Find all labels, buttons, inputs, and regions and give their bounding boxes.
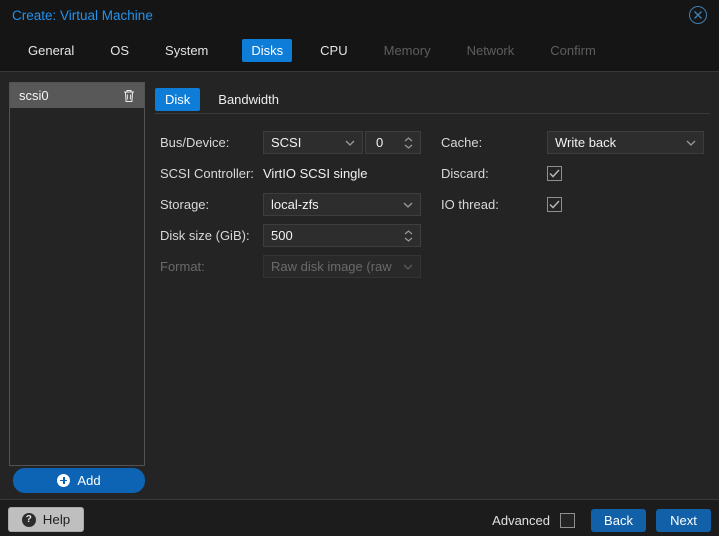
dialog-titlebar: Create: Virtual Machine: [0, 0, 719, 30]
spinner-arrows-icon[interactable]: [404, 229, 413, 242]
tab-general[interactable]: General: [26, 39, 76, 62]
tab-disk[interactable]: Disk: [155, 87, 201, 111]
cache-select[interactable]: Write back: [547, 131, 704, 154]
wizard-tab-bar: General OS System Disks CPU Memory Netwo…: [0, 30, 719, 72]
chevron-down-icon: [686, 140, 696, 146]
cache-label: Cache:: [441, 135, 483, 150]
row-format: Format: Raw disk image (raw: [160, 255, 430, 278]
format-select-value: Raw disk image (raw: [271, 259, 392, 274]
row-cache: Cache: Write back: [441, 131, 709, 154]
chevron-down-icon: [403, 264, 413, 270]
help-button-label: Help: [42, 512, 71, 527]
tab-system[interactable]: System: [163, 39, 210, 62]
format-select-disabled: Raw disk image (raw: [263, 255, 421, 278]
add-button-label: Add: [77, 473, 101, 488]
storage-label: Storage:: [160, 197, 210, 212]
disk-size-label: Disk size (GiB):: [160, 228, 250, 243]
trash-icon[interactable]: [123, 89, 135, 103]
tab-confirm: Confirm: [550, 43, 596, 58]
dialog-footer: ? Help Advanced Back Next: [0, 499, 719, 536]
cache-select-value: Write back: [555, 135, 617, 150]
tab-memory: Memory: [383, 43, 431, 58]
row-storage: Storage: local-zfs: [160, 193, 430, 216]
tab-cpu[interactable]: CPU: [318, 39, 349, 62]
bus-select[interactable]: SCSI: [263, 131, 363, 154]
plus-circle-icon: [57, 474, 71, 487]
disk-size-spinner[interactable]: 500: [263, 224, 421, 247]
scsi-controller-label: SCSI Controller:: [160, 166, 254, 181]
disk-item-label: scsi0: [19, 88, 49, 103]
storage-select-value: local-zfs: [271, 197, 319, 212]
disk-panel-tab-bar: Disk Bandwidth: [155, 87, 710, 114]
row-bus-device: Bus/Device: SCSI 0: [160, 131, 430, 154]
dialog-title: Create: Virtual Machine: [12, 7, 153, 23]
disk-list-item-scsi0[interactable]: scsi0: [10, 83, 144, 108]
bus-device-label: Bus/Device:: [160, 135, 230, 150]
tab-bandwidth[interactable]: Bandwidth: [208, 88, 289, 111]
back-button[interactable]: Back: [591, 509, 646, 532]
add-disk-button[interactable]: Add: [13, 468, 145, 493]
spinner-arrows-icon[interactable]: [404, 136, 413, 149]
bus-index-spinner[interactable]: 0: [365, 131, 421, 154]
discard-checkbox[interactable]: [547, 166, 562, 181]
close-icon[interactable]: [689, 6, 707, 24]
tab-network: Network: [466, 43, 515, 58]
storage-select[interactable]: local-zfs: [263, 193, 421, 216]
bus-select-value: SCSI: [271, 135, 302, 150]
advanced-label: Advanced: [492, 513, 550, 528]
question-circle-icon: ?: [21, 512, 36, 527]
tab-disks[interactable]: Disks: [242, 39, 293, 62]
row-io-thread: IO thread:: [441, 193, 709, 216]
footer-actions: Advanced Back Next: [492, 509, 711, 532]
next-button[interactable]: Next: [656, 509, 711, 532]
chevron-down-icon: [403, 202, 413, 208]
format-label: Format:: [160, 259, 205, 274]
tab-os[interactable]: OS: [108, 39, 131, 62]
disk-size-value: 500: [271, 228, 293, 243]
io-thread-checkbox[interactable]: [547, 197, 562, 212]
form-right-column: Cache: Write back Discard: IO thread:: [441, 131, 709, 224]
row-scsi-controller: SCSI Controller: VirtIO SCSI single: [160, 162, 430, 185]
row-discard: Discard:: [441, 162, 709, 185]
bus-index-value: 0: [376, 135, 384, 150]
scsi-controller-value: VirtIO SCSI single: [263, 166, 368, 181]
disk-list-panel: scsi0: [9, 82, 145, 466]
io-thread-label: IO thread:: [441, 197, 499, 212]
form-left-column: Bus/Device: SCSI 0 SCSI Controller: Virt…: [160, 131, 430, 286]
chevron-down-icon: [345, 140, 355, 146]
advanced-checkbox[interactable]: [560, 513, 575, 528]
discard-label: Discard:: [441, 166, 489, 181]
row-disk-size: Disk size (GiB): 500: [160, 224, 430, 247]
help-button[interactable]: ? Help: [8, 507, 84, 532]
